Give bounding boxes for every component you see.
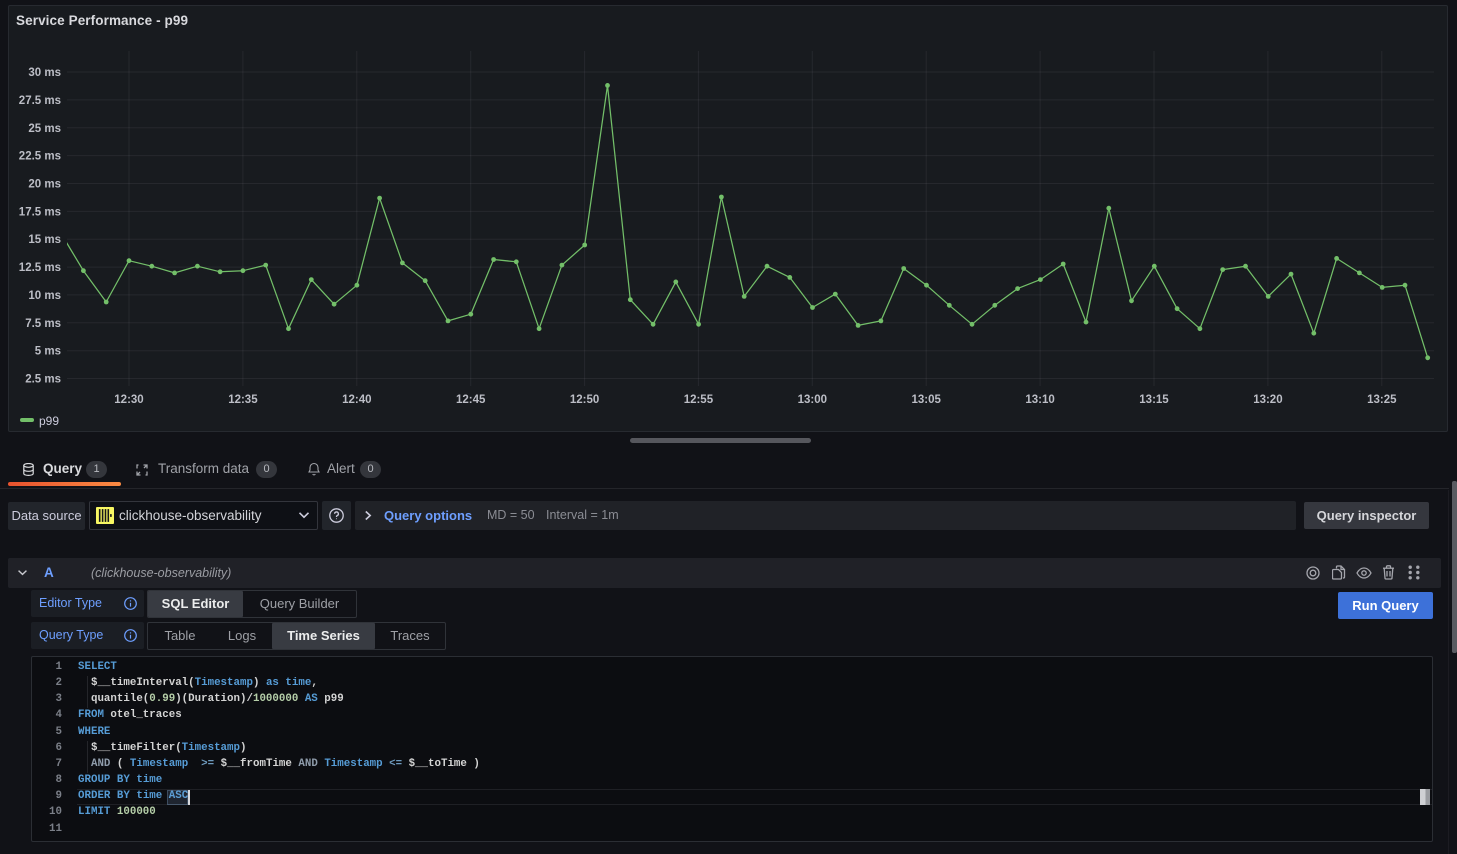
svg-text:13:25: 13:25 bbox=[1367, 394, 1397, 406]
svg-text:15 ms: 15 ms bbox=[28, 234, 61, 246]
svg-text:12:40: 12:40 bbox=[342, 394, 371, 406]
svg-text:13:00: 13:00 bbox=[798, 394, 827, 406]
svg-text:2.5 ms: 2.5 ms bbox=[25, 374, 61, 386]
svg-text:13:20: 13:20 bbox=[1253, 394, 1282, 406]
svg-text:7.5 ms: 7.5 ms bbox=[25, 318, 61, 330]
svg-text:13:10: 13:10 bbox=[1025, 394, 1054, 406]
svg-text:17.5 ms: 17.5 ms bbox=[19, 206, 61, 218]
svg-text:13:15: 13:15 bbox=[1139, 394, 1169, 406]
svg-text:12:45: 12:45 bbox=[456, 394, 486, 406]
svg-text:12.5 ms: 12.5 ms bbox=[19, 262, 61, 274]
svg-text:12:30: 12:30 bbox=[114, 394, 143, 406]
svg-text:p99: p99 bbox=[39, 414, 59, 428]
svg-text:12:50: 12:50 bbox=[570, 394, 599, 406]
svg-text:12:35: 12:35 bbox=[228, 394, 258, 406]
svg-text:13:05: 13:05 bbox=[911, 394, 941, 406]
svg-text:30 ms: 30 ms bbox=[28, 67, 61, 79]
svg-text:5 ms: 5 ms bbox=[35, 346, 61, 358]
svg-text:10 ms: 10 ms bbox=[28, 290, 61, 302]
svg-text:12:55: 12:55 bbox=[684, 394, 714, 406]
svg-text:20 ms: 20 ms bbox=[28, 179, 61, 191]
svg-text:22.5 ms: 22.5 ms bbox=[19, 151, 61, 163]
svg-text:27.5 ms: 27.5 ms bbox=[19, 95, 61, 107]
svg-text:25 ms: 25 ms bbox=[28, 123, 61, 135]
